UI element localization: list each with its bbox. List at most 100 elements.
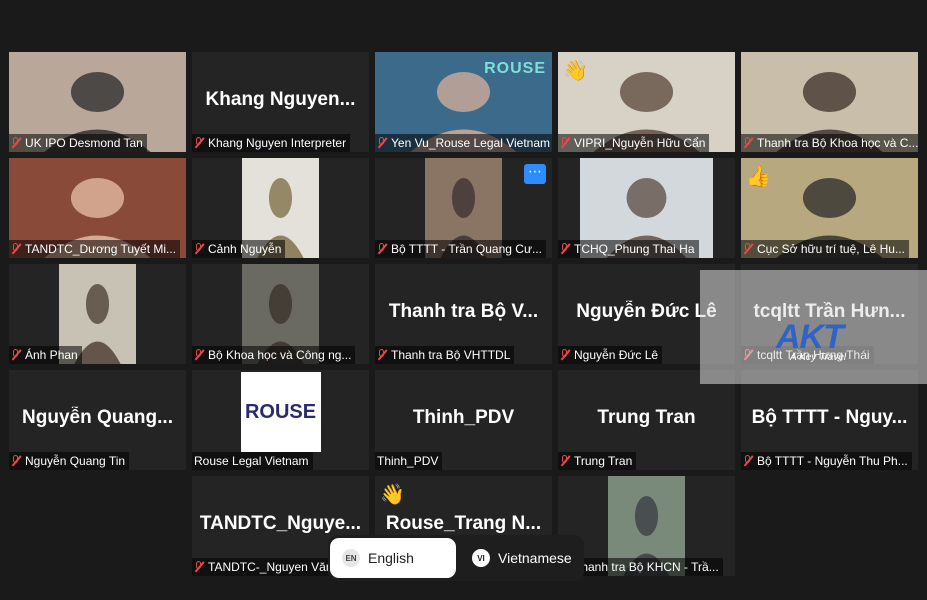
muted-mic-icon (194, 137, 204, 149)
muted-mic-icon (11, 137, 21, 149)
language-interpretation-bar: EN English VI Vietnamese (328, 535, 584, 581)
vietnamese-flag-icon: VI (472, 549, 490, 567)
participant-name: TANDTC_Dương Tuyết Mi... (25, 242, 177, 256)
participant-name: Nguyễn Quang Tin (25, 454, 126, 468)
rouse-overlay-text: ROUSE (484, 60, 546, 77)
participant-name: Cục Sở hữu trí tuệ, Lê Hu... (757, 242, 905, 256)
participant-name-label: Bộ TTTT - Nguyễn Thu Ph... (741, 452, 912, 470)
muted-mic-icon (194, 243, 204, 255)
participant-name-label: Cục Sở hữu trí tuệ, Lê Hu... (741, 240, 909, 258)
muted-mic-icon (560, 243, 570, 255)
muted-mic-icon (194, 349, 204, 361)
muted-mic-icon (377, 349, 387, 361)
participant-tile[interactable]: Nguyễn Quang... Nguyễn Quang Tin (9, 370, 186, 470)
participant-tile[interactable]: ROUSE Rouse Legal Vietnam (192, 370, 369, 470)
participant-name: Ánh Phan (25, 348, 78, 362)
participant-display-name: Rouse_Trang N... (385, 512, 542, 534)
participant-name: Bộ TTTT - Nguyễn Thu Ph... (757, 454, 908, 468)
muted-mic-icon (743, 243, 753, 255)
participant-tile[interactable]: Bộ Khoa học và Công ng... (192, 264, 369, 364)
participant-tile[interactable]: TCHQ_Phung Thai Ha (558, 158, 735, 258)
participant-display-name: Bộ TTTT - Nguy... (751, 406, 908, 428)
participant-name-label: Thanh tra Bộ Khoa học và C... (741, 134, 918, 152)
participant-name-label: Thanh tra Bộ VHTTDL (375, 346, 515, 364)
participant-name-label: Khang Nguyen Interpreter (192, 134, 351, 152)
participant-display-name: Trung Tran (597, 406, 696, 428)
participant-name: UK IPO Desmond Tan (25, 136, 143, 150)
participant-name-label: Bộ Khoa học và Công ng... (192, 346, 356, 364)
participant-tile[interactable]: 👋 VIPRI_Nguyễn Hữu Cẩn (558, 52, 735, 152)
muted-mic-icon (560, 455, 570, 467)
participant-name-label: UK IPO Desmond Tan (9, 134, 147, 152)
participant-name-label: Ánh Phan (9, 346, 82, 364)
participant-tile[interactable]: ROUSE Yen Vu_Rouse Legal Vietnam (375, 52, 552, 152)
muted-mic-icon (11, 349, 21, 361)
participant-display-name: Thinh_PDV (412, 406, 515, 428)
participant-name: Yen Vu_Rouse Legal Vietnam (391, 136, 551, 150)
muted-mic-icon (560, 349, 570, 361)
muted-mic-icon (743, 137, 753, 149)
participant-tile[interactable]: Bộ TTTT - Nguy... Bộ TTTT - Nguyễn Thu Ph… (741, 370, 918, 470)
participant-tile[interactable]: Khang Nguyen... Khang Nguyen Interpreter (192, 52, 369, 152)
language-vietnamese-button[interactable]: VI Vietnamese (460, 538, 582, 578)
participant-tile[interactable]: Thanh tra Bộ Khoa học và C... (741, 52, 918, 152)
participant-display-name: Khang Nguyen... (205, 88, 356, 110)
participant-name: TCHQ_Phung Thai Ha (574, 242, 695, 256)
participant-name: Khang Nguyen Interpreter (208, 136, 347, 150)
thumbs-up-reaction-icon: 👍 (746, 166, 771, 188)
rouse-logo: ROUSE (240, 372, 321, 452)
language-english-button[interactable]: EN English (330, 538, 456, 578)
muted-mic-icon (377, 137, 387, 149)
participant-name: Trung Tran (574, 454, 633, 468)
participant-display-name: TANDTC_Nguye... (199, 512, 362, 534)
participant-name: TANDTC-_Nguyen Văn (208, 560, 333, 574)
muted-mic-icon (194, 561, 204, 573)
participant-name: Bộ Khoa học và Công ng... (208, 348, 352, 362)
participant-name-label: Nguyễn Quang Tin (9, 452, 130, 470)
english-flag-icon: EN (342, 549, 360, 567)
participant-name: Thanh tra Bộ VHTTDL (391, 348, 511, 362)
participant-name-label: Bộ TTTT - Trần Quang Cư... (375, 240, 546, 258)
muted-mic-icon (11, 243, 21, 255)
participant-name: Thanh tra Bộ Khoa học và C... (757, 136, 918, 150)
participant-name: Cảnh Nguyễn (208, 242, 282, 256)
vietnamese-label: Vietnamese (498, 550, 572, 566)
participant-name-label: TANDTC_Dương Tuyết Mi... (9, 240, 181, 258)
participant-name-label: TCHQ_Phung Thai Ha (558, 240, 699, 258)
participant-display-name: Nguyễn Quang... (22, 406, 173, 428)
participant-name-label: VIPRI_Nguyễn Hữu Cẩn (558, 134, 710, 152)
muted-mic-icon (560, 137, 570, 149)
participant-name-label: TANDTC-_Nguyen Văn (192, 558, 337, 576)
participant-name-label: Yen Vu_Rouse Legal Vietnam (375, 134, 552, 152)
participant-tile[interactable]: Thinh_PDV Thinh_PDV (375, 370, 552, 470)
muted-mic-icon (743, 455, 753, 467)
participant-tile[interactable]: Thanh tra Bộ V... Thanh tra Bộ VHTTDL (375, 264, 552, 364)
muted-mic-icon (11, 455, 21, 467)
participant-name: Rouse Legal Vietnam (194, 454, 309, 468)
participant-tile[interactable]: TANDTC_Dương Tuyết Mi... (9, 158, 186, 258)
akt-tagline: A Key Travel (790, 352, 847, 363)
participant-name-label: Cảnh Nguyễn (192, 240, 286, 258)
participant-name: Thanh tra Bộ KHCN - Trầ... (574, 560, 719, 574)
participant-tile[interactable]: Cảnh Nguyễn (192, 158, 369, 258)
participant-name: Bộ TTTT - Trần Quang Cư... (391, 242, 542, 256)
wave-reaction-icon: 👋 (563, 60, 588, 82)
participant-name-label: Thinh_PDV (375, 452, 443, 470)
participant-name-label: Nguyễn Đức Lê (558, 346, 663, 364)
participant-name: Thinh_PDV (377, 454, 439, 468)
english-label: English (368, 550, 414, 566)
participant-name-label: Trung Tran (558, 452, 637, 470)
participant-display-name: Thanh tra Bộ V... (388, 300, 539, 322)
participant-tile[interactable]: Thanh tra Bộ KHCN - Trầ... (558, 476, 735, 576)
participant-tile[interactable]: UK IPO Desmond Tan (9, 52, 186, 152)
wave-reaction-icon: 👋 (380, 484, 405, 506)
more-options-icon[interactable]: ⋯ (524, 164, 546, 184)
participant-name: VIPRI_Nguyễn Hữu Cẩn (574, 136, 706, 150)
muted-mic-icon (377, 243, 387, 255)
participant-tile[interactable]: 👍 Cục Sở hữu trí tuệ, Lê Hu... (741, 158, 918, 258)
participant-tile[interactable]: Ánh Phan (9, 264, 186, 364)
participant-tile[interactable]: ⋯ Bộ TTTT - Trần Quang Cư... (375, 158, 552, 258)
participant-tile[interactable]: Trung Tran Trung Tran (558, 370, 735, 470)
participant-name-label: Rouse Legal Vietnam (192, 452, 313, 470)
participant-name: Nguyễn Đức Lê (574, 348, 659, 362)
